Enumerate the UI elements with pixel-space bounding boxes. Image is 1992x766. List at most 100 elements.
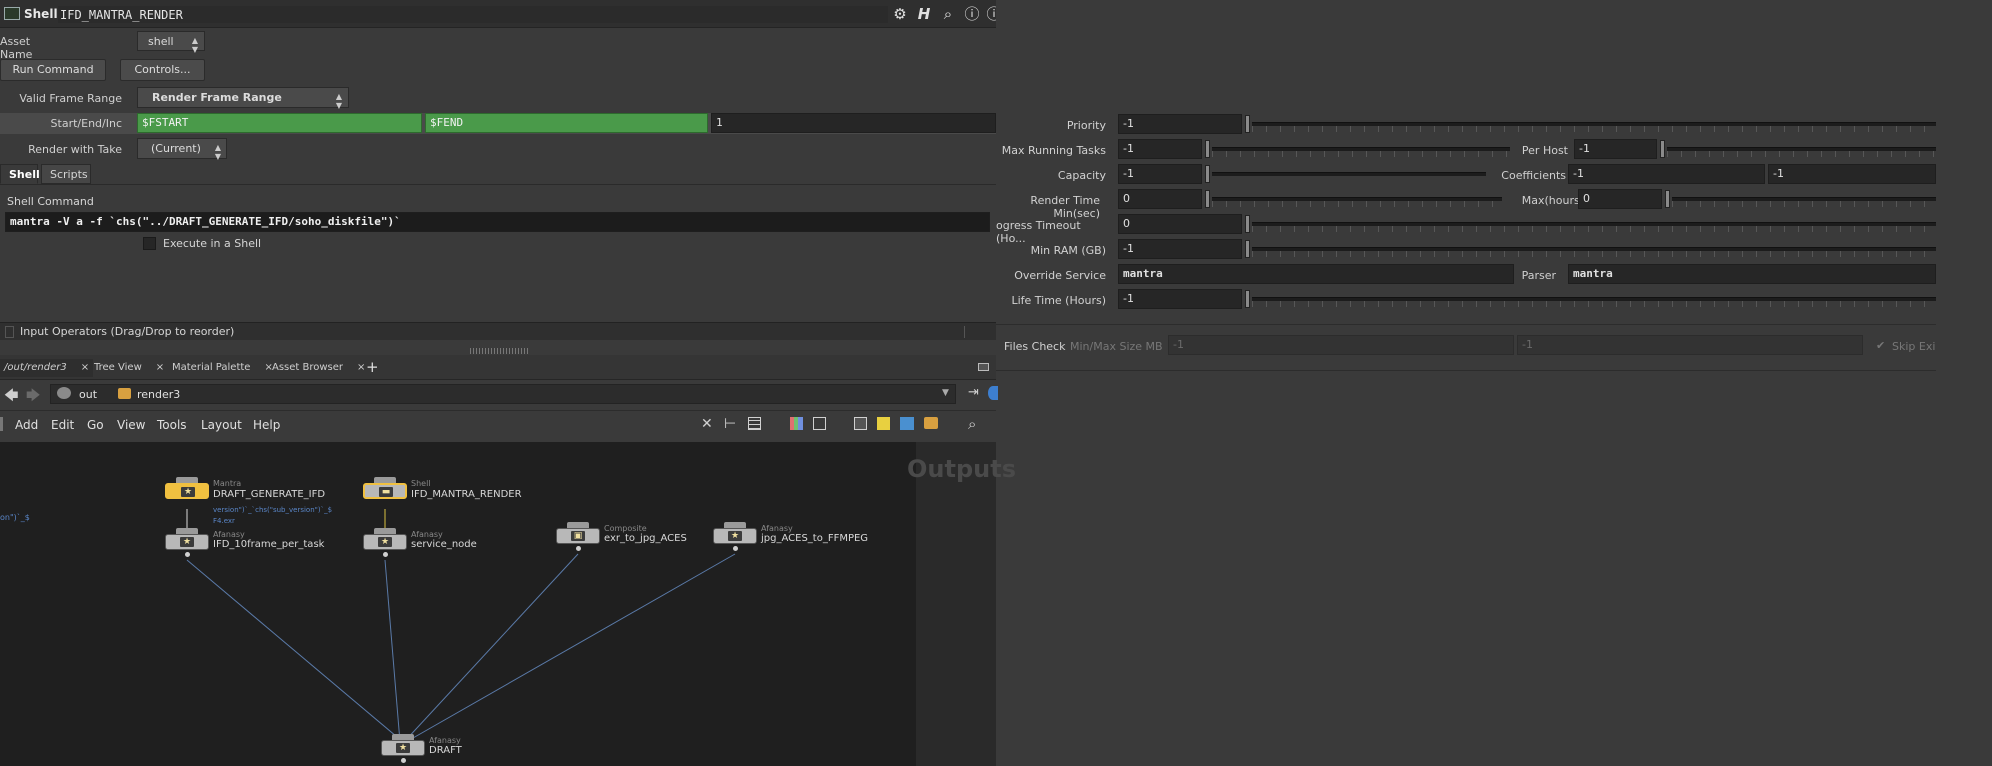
node-jpg-aces-to-ffmpeg[interactable]: ★ [713, 528, 757, 544]
render-with-take-menu[interactable]: (Current) ▲ ▼ [137, 138, 227, 161]
afanasy-icon: ★ [378, 537, 392, 547]
node-output-dot[interactable] [576, 546, 581, 551]
pane-menu-icon[interactable] [978, 363, 989, 371]
progress-timeout-slider-handle[interactable] [1245, 215, 1250, 233]
coefficient-1-field[interactable]: -1 [1568, 164, 1765, 184]
node-output-dot[interactable] [401, 758, 406, 763]
capacity-field[interactable]: -1 [1118, 164, 1202, 184]
menu-help[interactable]: Help [253, 418, 280, 432]
life-time-slider-ticks [1252, 301, 1936, 307]
tab-tree-view[interactable]: Tree View × [90, 359, 168, 377]
path-field[interactable] [50, 384, 956, 404]
node-type: Afanasy [761, 524, 793, 533]
forward-arrow-icon[interactable]: 🡆 [26, 385, 40, 409]
min-ram-field[interactable]: -1 [1118, 239, 1242, 259]
progress-timeout-field[interactable]: 0 [1118, 214, 1242, 234]
override-service-field[interactable]: mantra [1118, 264, 1514, 284]
close-icon[interactable]: × [156, 362, 164, 373]
max-running-tasks-field[interactable]: -1 [1118, 139, 1202, 159]
capacity-slider-handle[interactable] [1205, 165, 1210, 183]
controls-button[interactable]: Controls... [120, 59, 205, 81]
network-box-icon[interactable] [854, 417, 867, 430]
parameter-pane: Shell IFD_MANTRA_RENDER ⚙ H ⌕ ⓘ ⓘ Asset … [0, 0, 1002, 355]
asset-name-menu[interactable]: shell ▲ ▼ [137, 31, 205, 54]
gear-icon[interactable]: ⚙ [891, 5, 909, 23]
node-ifd-mantra-render[interactable]: ▬ [363, 483, 407, 499]
node-service-node[interactable]: ★ [363, 534, 407, 550]
priority-slider-handle[interactable] [1245, 115, 1250, 133]
priority-field[interactable]: -1 [1118, 114, 1242, 134]
max-hours-slider-handle[interactable] [1665, 190, 1670, 208]
shell-node-icon[interactable] [4, 7, 20, 20]
min-ram-slider-handle[interactable] [1245, 240, 1250, 258]
sticky-note-icon[interactable] [877, 417, 890, 430]
grid-icon[interactable] [813, 417, 826, 430]
menu-layout[interactable]: Layout [201, 418, 242, 432]
link-indicator-icon[interactable] [988, 386, 998, 400]
start-frame-field[interactable]: $FSTART [137, 113, 422, 133]
add-tab-button[interactable]: + [366, 358, 379, 376]
breadcrumb-render3[interactable]: render3 [137, 388, 180, 401]
per-host-field[interactable]: -1 [1574, 139, 1657, 159]
search-icon[interactable]: ⌕ [939, 5, 957, 23]
execute-in-shell-checkbox[interactable] [143, 237, 156, 250]
life-time-label: Life Time (Hours) [1011, 294, 1106, 307]
max-size-field[interactable]: -1 [1517, 335, 1863, 355]
tab-shell[interactable]: Shell [0, 164, 40, 184]
input-operators-scrollbar[interactable] [964, 326, 980, 338]
node-draft-generate-ifd[interactable]: ★ [165, 483, 209, 499]
node-output-dot[interactable] [185, 552, 190, 557]
node-exr-to-jpg-aces[interactable]: ▣ [556, 528, 600, 544]
pin-icon[interactable]: ⇥ [968, 385, 979, 400]
node-ifd-10frame-per-task[interactable]: ★ [165, 534, 209, 550]
node-draft[interactable]: ★ [381, 740, 425, 756]
asset-icon[interactable] [924, 417, 938, 429]
menu-add[interactable]: Add [15, 418, 38, 432]
menu-go[interactable]: Go [87, 418, 104, 432]
input-operators-toggle[interactable] [5, 326, 14, 338]
render-time-field[interactable]: 0 [1118, 189, 1202, 209]
menu-edit[interactable]: Edit [51, 418, 74, 432]
close-icon[interactable]: × [81, 362, 89, 373]
shell-command-field[interactable]: mantra -V a -f `chs("../DRAFT_GENERATE_I… [5, 212, 990, 232]
houdini-help-icon[interactable]: H [915, 5, 933, 23]
valid-frame-range-menu[interactable]: Render Frame Range ▲ ▼ [137, 87, 349, 110]
back-arrow-icon[interactable]: 🡄 [4, 385, 18, 409]
image-icon[interactable] [900, 417, 914, 430]
tab-out-render3[interactable]: /out/render3 × [0, 359, 94, 377]
breadcrumb-out[interactable]: out [79, 388, 97, 401]
wrench-icon[interactable]: ✕ [701, 416, 713, 432]
end-frame-field[interactable]: $FEND [425, 113, 708, 133]
tab-material-palette[interactable]: Material Palette × [168, 359, 277, 377]
parser-field[interactable]: mantra [1568, 264, 1936, 284]
list-icon[interactable] [748, 417, 761, 430]
tab-scripts[interactable]: Scripts [41, 164, 91, 184]
close-icon[interactable]: × [357, 362, 365, 373]
node-output-dot[interactable] [733, 546, 738, 551]
life-time-slider-handle[interactable] [1245, 290, 1250, 308]
capacity-slider[interactable] [1212, 172, 1486, 176]
max-hours-field[interactable]: 0 [1578, 189, 1662, 209]
coefficient-2-field[interactable]: -1 [1768, 164, 1936, 184]
zoom-icon[interactable]: ⌕ [968, 415, 976, 433]
node-output-dot[interactable] [383, 552, 388, 557]
tree-layout-icon[interactable]: ⊢ [724, 416, 736, 432]
max-running-slider-handle[interactable] [1205, 140, 1210, 158]
run-command-button[interactable]: Run Command [0, 59, 106, 81]
node-name-field[interactable]: IFD_MANTRA_RENDER [58, 6, 888, 23]
life-time-field[interactable]: -1 [1118, 289, 1242, 309]
menubar-grip[interactable] [0, 417, 3, 431]
render-time-slider-handle[interactable] [1205, 190, 1210, 208]
info-icon[interactable]: ⓘ [963, 5, 981, 23]
menu-tools[interactable]: Tools [157, 418, 187, 432]
color-palette-icon[interactable] [790, 417, 803, 430]
min-size-field[interactable]: -1 [1168, 335, 1514, 355]
skip-checkbox-icon[interactable]: ✔ [1876, 339, 1885, 352]
parser-label: Parser [1521, 269, 1556, 282]
path-dropdown-icon[interactable]: ▼ [942, 388, 949, 398]
menu-view[interactable]: View [117, 418, 145, 432]
tab-asset-browser[interactable]: Asset Browser × [268, 359, 369, 377]
increment-field[interactable]: 1 [711, 113, 996, 133]
pane-split-handle[interactable] [470, 348, 530, 354]
per-host-slider-handle[interactable] [1660, 140, 1665, 158]
